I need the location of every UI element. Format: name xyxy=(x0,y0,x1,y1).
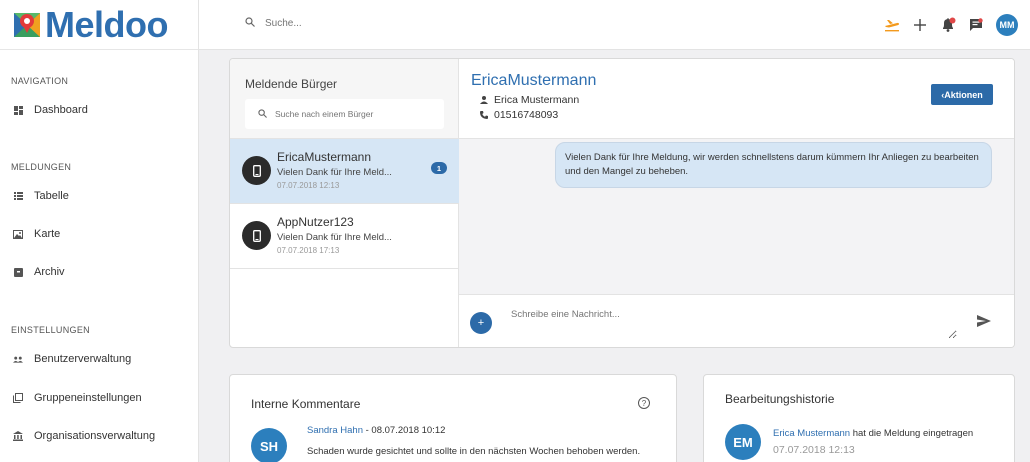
search-icon xyxy=(258,105,267,123)
comment-meta: Sandra Hahn - 08.07.2018 10:12 xyxy=(307,425,445,436)
history-title: Bearbeitungshistorie xyxy=(725,392,835,406)
sidebar-item-tabelle[interactable]: Tabelle xyxy=(13,190,69,202)
unread-badge: 1 xyxy=(431,162,447,174)
sidebar-item-gruppeneinstellungen[interactable]: Gruppeneinstellungen xyxy=(13,392,142,404)
comments-title: Interne Kommentare xyxy=(251,397,361,411)
phone-icon xyxy=(242,156,271,185)
comment-author-link[interactable]: Sandra Hahn xyxy=(307,425,363,436)
dashboard-icon xyxy=(13,105,23,115)
sidebar-item-label: Dashboard xyxy=(34,104,88,116)
message-composer: + xyxy=(459,294,1014,347)
chat-panel: Meldende Bürger EricaMustermann Vielen D… xyxy=(229,58,1015,348)
contact-phone-row: 01516748093 xyxy=(479,109,558,121)
users-icon xyxy=(13,354,23,364)
sidebar-item-label: Organisationsverwaltung xyxy=(34,430,156,442)
conversation-date: 07.07.2018 17:13 xyxy=(277,246,340,255)
contact-name-row: Erica Mustermann xyxy=(479,94,579,106)
global-search[interactable] xyxy=(245,17,485,30)
comment-date: - 08.07.2018 10:12 xyxy=(362,425,446,436)
citizens-title: Meldende Bürger xyxy=(245,77,338,91)
nav-section-title: EINSTELLUNGEN xyxy=(11,325,90,335)
logo-map-icon xyxy=(12,9,44,41)
message-input[interactable] xyxy=(511,309,957,339)
bell-icon[interactable] xyxy=(936,13,960,37)
feedback-icon[interactable] xyxy=(964,13,988,37)
sidebar-item-benutzerverwaltung[interactable]: Benutzerverwaltung xyxy=(13,353,131,365)
citizen-search[interactable] xyxy=(245,99,444,129)
search-input[interactable] xyxy=(265,18,485,29)
list-icon xyxy=(13,191,23,201)
conversation-preview: Vielen Dank für Ihre Meld... xyxy=(277,167,392,178)
internal-comments-card: Interne Kommentare ? SH Sandra Hahn - 08… xyxy=(229,374,677,462)
top-actions: MM xyxy=(876,13,1018,37)
sidebar-item-label: Tabelle xyxy=(34,190,69,202)
sidebar-item-label: Archiv xyxy=(34,266,65,278)
conversation-header: EricaMustermann Erica Mustermann 0151674… xyxy=(459,59,1014,139)
top-bar: MM xyxy=(199,0,1030,50)
user-avatar[interactable]: MM xyxy=(996,14,1018,36)
conversation-date: 07.07.2018 12:13 xyxy=(277,181,340,190)
person-icon xyxy=(479,96,489,104)
citizens-list: Meldende Bürger EricaMustermann Vielen D… xyxy=(230,59,459,347)
airplane-icon[interactable] xyxy=(880,13,904,37)
history-action: hat die Meldung eingetragen xyxy=(850,428,974,439)
contact-full-name: Erica Mustermann xyxy=(494,94,580,106)
comment-text: Schaden wurde gesichtet und sollte in de… xyxy=(307,446,641,457)
groups-icon xyxy=(13,393,23,403)
map-icon xyxy=(13,229,23,239)
history-date: 07.07.2018 12:13 xyxy=(773,444,855,456)
archive-icon xyxy=(13,267,23,277)
history-avatar: EM xyxy=(725,424,761,460)
conversation-name: AppNutzer123 xyxy=(277,215,354,229)
help-icon[interactable]: ? xyxy=(638,397,650,409)
sidebar-item-label: Gruppeneinstellungen xyxy=(34,392,142,404)
conversation-username: EricaMustermann xyxy=(471,72,597,89)
bank-icon xyxy=(13,431,23,441)
telephone-icon xyxy=(479,111,489,119)
history-entry: Erica Mustermann hat die Meldung eingetr… xyxy=(773,428,973,439)
brand-name: Meldoo xyxy=(45,3,168,45)
message-list: Vielen Dank für Ihre Meldung, wir werden… xyxy=(459,139,1014,294)
sidebar-item-label: Benutzerverwaltung xyxy=(34,353,132,365)
conversation-view: EricaMustermann Erica Mustermann 0151674… xyxy=(459,59,1014,347)
nav-section-title: NAVIGATION xyxy=(11,76,69,86)
sidebar: Meldoo NAVIGATION Dashboard MELDUNGEN Ta… xyxy=(0,0,199,462)
citizens-header: Meldende Bürger xyxy=(230,59,458,139)
sidebar-item-organisationsverwaltung[interactable]: Organisationsverwaltung xyxy=(13,430,155,442)
history-card: Bearbeitungshistorie EM Erica Mustermann… xyxy=(703,374,1015,462)
actions-button[interactable]: ‹Aktionen xyxy=(931,84,993,105)
add-attachment-button[interactable]: + xyxy=(470,312,492,334)
send-icon[interactable] xyxy=(977,314,991,332)
nav-section-title: MELDUNGEN xyxy=(11,162,72,172)
actions-button-label: Aktionen xyxy=(944,89,983,100)
sidebar-item-archiv[interactable]: Archiv xyxy=(13,266,65,278)
conversation-name: EricaMustermann xyxy=(277,150,372,164)
plus-icon[interactable] xyxy=(908,13,932,37)
history-actor-link[interactable]: Erica Mustermann xyxy=(773,428,850,439)
conversation-item[interactable]: EricaMustermann Vielen Dank für Ihre Mel… xyxy=(230,139,459,204)
search-icon xyxy=(245,17,255,30)
citizen-search-input[interactable] xyxy=(275,109,435,119)
phone-icon xyxy=(242,221,271,250)
conversation-item[interactable]: AppNutzer123 Vielen Dank für Ihre Meld..… xyxy=(230,204,459,269)
sidebar-item-karte[interactable]: Karte xyxy=(13,228,60,240)
message-bubble: Vielen Dank für Ihre Meldung, wir werden… xyxy=(555,142,992,188)
comment-avatar: SH xyxy=(251,428,287,462)
sidebar-item-dashboard[interactable]: Dashboard xyxy=(13,104,88,116)
contact-phone: 01516748093 xyxy=(494,109,559,121)
sidebar-item-label: Karte xyxy=(34,228,61,240)
conversation-preview: Vielen Dank für Ihre Meld... xyxy=(277,232,392,243)
brand-logo[interactable]: Meldoo xyxy=(0,0,198,50)
